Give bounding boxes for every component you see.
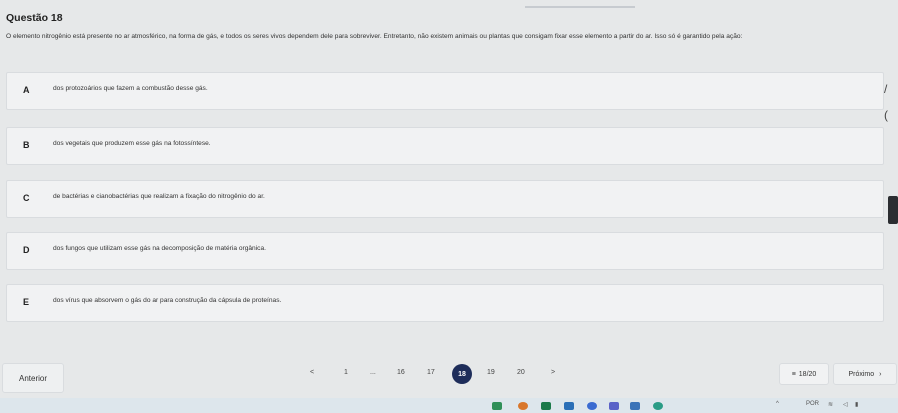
option-text: dos vírus que absorvem o gás do ar para … [53, 297, 282, 304]
question-title: Questão 18 [6, 12, 63, 24]
option-letter: D [23, 245, 30, 255]
option-text: dos fungos que utilizam esse gás na deco… [53, 245, 266, 252]
page-link-18-active[interactable]: 18 [452, 364, 472, 384]
list-icon: ≡ [791, 370, 796, 378]
option-text: dos vegetais que produzem esse gás na fo… [53, 140, 211, 147]
app-icon[interactable] [518, 402, 528, 410]
question-text: O elemento nitrogênio está presente no a… [6, 33, 743, 40]
scroll-indicator[interactable] [888, 196, 898, 224]
volume-icon[interactable]: ◁ [843, 401, 848, 408]
next-button[interactable]: Próximo › [833, 363, 897, 385]
chevron-up-icon[interactable]: ^ [776, 401, 779, 407]
taskbar [0, 398, 898, 413]
app-icon[interactable] [492, 402, 502, 410]
option-letter: A [23, 85, 30, 95]
question-counter[interactable]: ≡ 18/20 [779, 363, 829, 385]
app-icon[interactable] [564, 402, 574, 410]
app-icon[interactable] [630, 402, 640, 410]
app-icon[interactable] [653, 402, 663, 410]
option-d[interactable]: D dos fungos que utilizam esse gás na de… [6, 232, 884, 270]
option-letter: B [23, 140, 30, 150]
page-link-20[interactable]: 20 [517, 369, 525, 376]
right-edge-glyph: / [884, 82, 888, 96]
top-divider [525, 6, 635, 8]
page-link-16[interactable]: 16 [397, 369, 405, 376]
app-icon[interactable] [587, 402, 597, 410]
option-letter: C [23, 193, 30, 203]
pagination-bar [0, 350, 898, 398]
option-a[interactable]: A dos protozoários que fazem a combustão… [6, 72, 884, 110]
page-ellipsis: ... [370, 369, 376, 376]
language-indicator[interactable]: POR [806, 401, 819, 407]
option-letter: E [23, 297, 30, 307]
battery-icon[interactable]: ▮ [855, 401, 858, 408]
page-next-arrow[interactable]: > [551, 369, 555, 376]
chevron-right-icon: › [879, 370, 882, 378]
option-text: dos protozoários que fazem a combustão d… [53, 85, 208, 92]
app-icon[interactable] [609, 402, 619, 410]
option-e[interactable]: E dos vírus que absorvem o gás do ar par… [6, 284, 884, 322]
page-prev-arrow[interactable]: < [310, 369, 314, 376]
right-edge-glyph: ( [884, 108, 888, 122]
counter-text: 18/20 [798, 370, 817, 378]
option-b[interactable]: B dos vegetais que produzem esse gás na … [6, 127, 884, 165]
option-c[interactable]: C de bactérias e cianobactérias que real… [6, 180, 884, 218]
wifi-icon[interactable]: ≋ [828, 401, 833, 408]
next-label: Próximo [848, 370, 875, 378]
page-link-19[interactable]: 19 [487, 369, 495, 376]
page-link-17[interactable]: 17 [427, 369, 435, 376]
app-icon[interactable] [541, 402, 551, 410]
option-text: de bactérias e cianobactérias que realiz… [53, 193, 265, 200]
previous-button[interactable]: Anterior [2, 363, 64, 393]
page-link-1[interactable]: 1 [344, 369, 348, 376]
